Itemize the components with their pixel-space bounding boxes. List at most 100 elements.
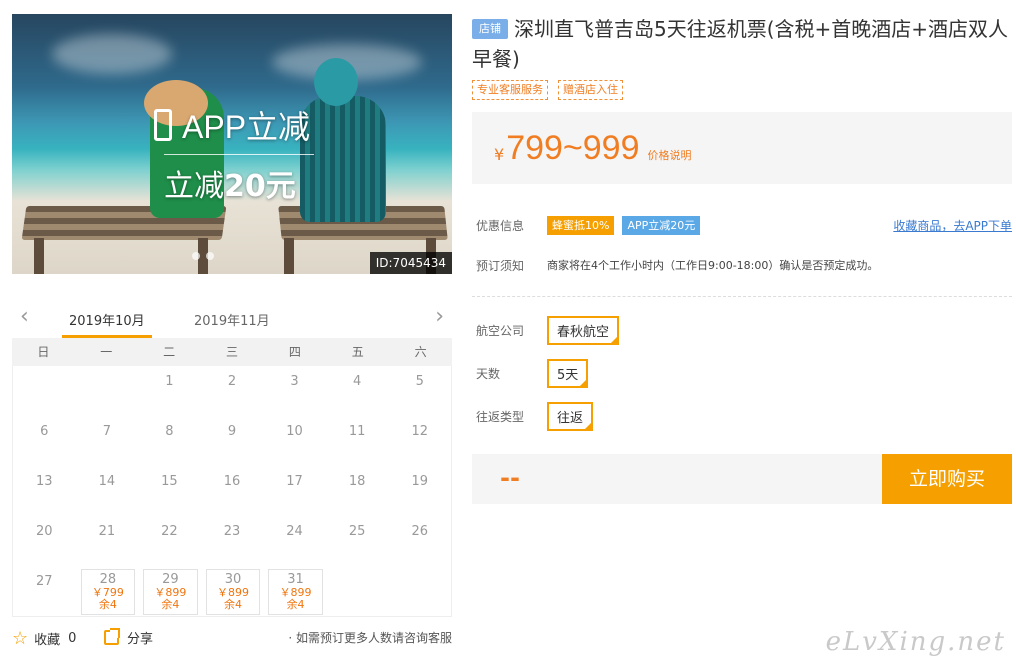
purchase-bar: -- 立即购买 <box>472 454 1012 504</box>
trip-type-option[interactable]: 往返 <box>547 402 594 431</box>
calendar-day: 14 <box>76 466 139 516</box>
calendar-day: 20 <box>13 516 76 566</box>
airline-row: 航空公司 春秋航空 <box>472 316 620 345</box>
day-number: 16 <box>223 474 241 489</box>
airline-option[interactable]: 春秋航空 <box>547 316 620 345</box>
notice-row: 预订须知 商家将在4个工作小时内（工作日9:00-18:00）确认是否预定成功。 <box>472 254 1012 276</box>
calendar-day: 15 <box>138 466 201 516</box>
promo-amount: 20元 <box>224 169 296 204</box>
calendar-day-available[interactable]: 31 ￥899 余4 <box>268 569 323 615</box>
price-explain-link[interactable]: 价格说明 <box>648 147 692 163</box>
star-icon: ☆ <box>12 628 29 649</box>
active-tab-indicator <box>62 335 152 338</box>
day-number: 25 <box>348 524 366 539</box>
cap <box>314 58 358 106</box>
carousel-dot[interactable] <box>192 252 200 260</box>
day-number: 20 <box>36 524 53 539</box>
promo-title: APP立减 <box>182 109 311 145</box>
calendar-day: 12 <box>388 416 451 466</box>
calendar-day: 6 <box>13 416 76 466</box>
calendar-day: 26 <box>388 516 451 566</box>
day-number: 21 <box>98 524 116 539</box>
day-number: 23 <box>223 524 241 539</box>
share-label: 分享 <box>127 632 154 647</box>
calendar-day: 18 <box>326 466 389 516</box>
favorite-label: 收藏 <box>34 633 61 648</box>
day-number: 1 <box>165 374 174 389</box>
day-number: 9 <box>227 424 237 439</box>
weekday-label: 三 <box>225 345 238 359</box>
calendar-day: 13 <box>13 466 76 516</box>
bench-leg <box>284 238 294 274</box>
day-number: 12 <box>411 424 428 439</box>
day-number: 28 <box>99 572 117 587</box>
days-row: 天数 5天 <box>472 359 589 388</box>
product-title-block: 店铺 深圳直飞普吉岛5天往返机票(含税+首晚酒店+酒店双人早餐) <box>472 14 1012 74</box>
info-section: 优惠信息 蜂蜜抵10% APP立减20元 收藏商品，去APP下单 预订须知 商家… <box>472 214 1012 276</box>
calendar-day-available[interactable]: 29 ￥899 余4 <box>143 569 198 615</box>
day-stock: 余4 <box>286 598 305 611</box>
day-number: 30 <box>224 572 242 587</box>
discount-row: 优惠信息 蜂蜜抵10% APP立减20元 收藏商品，去APP下单 <box>472 214 1012 236</box>
day-number: 8 <box>165 424 174 439</box>
weekday-label: 日 <box>37 345 50 359</box>
calendar-day: 3 <box>263 366 326 416</box>
weekday-header: 日 一 二 三 四 五 六 <box>12 338 452 366</box>
day-stock: 余4 <box>161 598 180 611</box>
day-number: 18 <box>348 474 366 489</box>
calendar-day <box>326 566 389 616</box>
weekday-label: 六 <box>414 345 427 359</box>
calendar-day: 4 <box>326 366 389 416</box>
calendar-day: 17 <box>263 466 326 516</box>
date-calendar: ‹ 2019年10月 2019年11月 › 日 一 二 三 四 五 六 1234… <box>12 300 452 617</box>
consult-note: · 如需预订更多人数请咨询客服 <box>288 631 452 645</box>
calendar-day: 22 <box>138 516 201 566</box>
product-id-label: ID:7045434 <box>369 252 452 274</box>
shop-badge[interactable]: 店铺 <box>472 19 508 39</box>
share-icon <box>104 628 120 645</box>
currency-symbol: ¥ <box>494 144 505 164</box>
calendar-day: 2 <box>201 366 264 416</box>
total-price: -- <box>500 464 520 492</box>
service-tag: 赠酒店入住 <box>558 80 623 100</box>
bench-leg <box>34 238 44 274</box>
calendar-grid: 1 2 3 4 5 6 7 8 9 10 11 12 13 14 15 16 17 18 19 20 21 22 23 24 2… <box>12 366 452 617</box>
calendar-day-available[interactable]: 28 ￥799 余4 <box>80 569 136 615</box>
days-option[interactable]: 5天 <box>547 359 589 388</box>
calendar-day-available[interactable]: 30 ￥899 余4 <box>205 569 261 615</box>
day-number: 2 <box>227 374 237 389</box>
service-tags: 专业客服服务 赠酒店入住 <box>472 80 1012 100</box>
calendar-day: 25 <box>326 516 389 566</box>
favorite-app-link[interactable]: 收藏商品，去APP下单 <box>893 217 1012 234</box>
tab-month-oct[interactable]: 2019年10月 <box>69 310 145 329</box>
share-button[interactable]: 分享 <box>104 628 153 647</box>
day-number: 13 <box>36 474 53 489</box>
calendar-day: 9 <box>201 416 264 466</box>
trip-type-label: 往返类型 <box>476 410 525 424</box>
airline-label: 航空公司 <box>476 324 525 338</box>
service-tag: 专业客服服务 <box>472 80 548 100</box>
calendar-day <box>13 366 76 416</box>
next-month-icon[interactable]: › <box>435 306 444 328</box>
calendar-day: 8 <box>138 416 201 466</box>
day-number: 6 <box>40 424 49 439</box>
promo-prefix: 立减 <box>164 169 224 204</box>
site-watermark: eLvXing.net <box>825 627 1006 657</box>
prev-month-icon[interactable]: ‹ <box>20 306 29 328</box>
calendar-day: 5 <box>388 366 451 416</box>
product-image[interactable]: APP立减 立减20元 ID:7045434 <box>12 14 452 274</box>
carousel-dot[interactable] <box>206 252 214 260</box>
day-number: 19 <box>411 474 428 489</box>
tab-month-nov[interactable]: 2019年11月 <box>194 310 270 329</box>
calendar-day: 27 <box>13 566 76 616</box>
action-bar: ☆ 收藏 0 分享 · 如需预订更多人数请咨询客服 <box>12 628 452 649</box>
calendar-day: 19 <box>388 466 451 516</box>
favorite-button[interactable]: ☆ 收藏 0 <box>12 628 76 649</box>
buy-now-button[interactable]: 立即购买 <box>882 454 1012 504</box>
weekday-label: 四 <box>288 345 301 359</box>
calendar-day: 10 <box>263 416 326 466</box>
app-promo-overlay: APP立减 立减20元 <box>154 102 314 205</box>
calendar-day: 1 <box>138 366 201 416</box>
day-number: 7 <box>102 424 111 439</box>
product-detail-panel: 店铺 深圳直飞普吉岛5天往返机票(含税+首晚酒店+酒店双人早餐) 专业客服服务 赠… <box>472 14 1012 504</box>
